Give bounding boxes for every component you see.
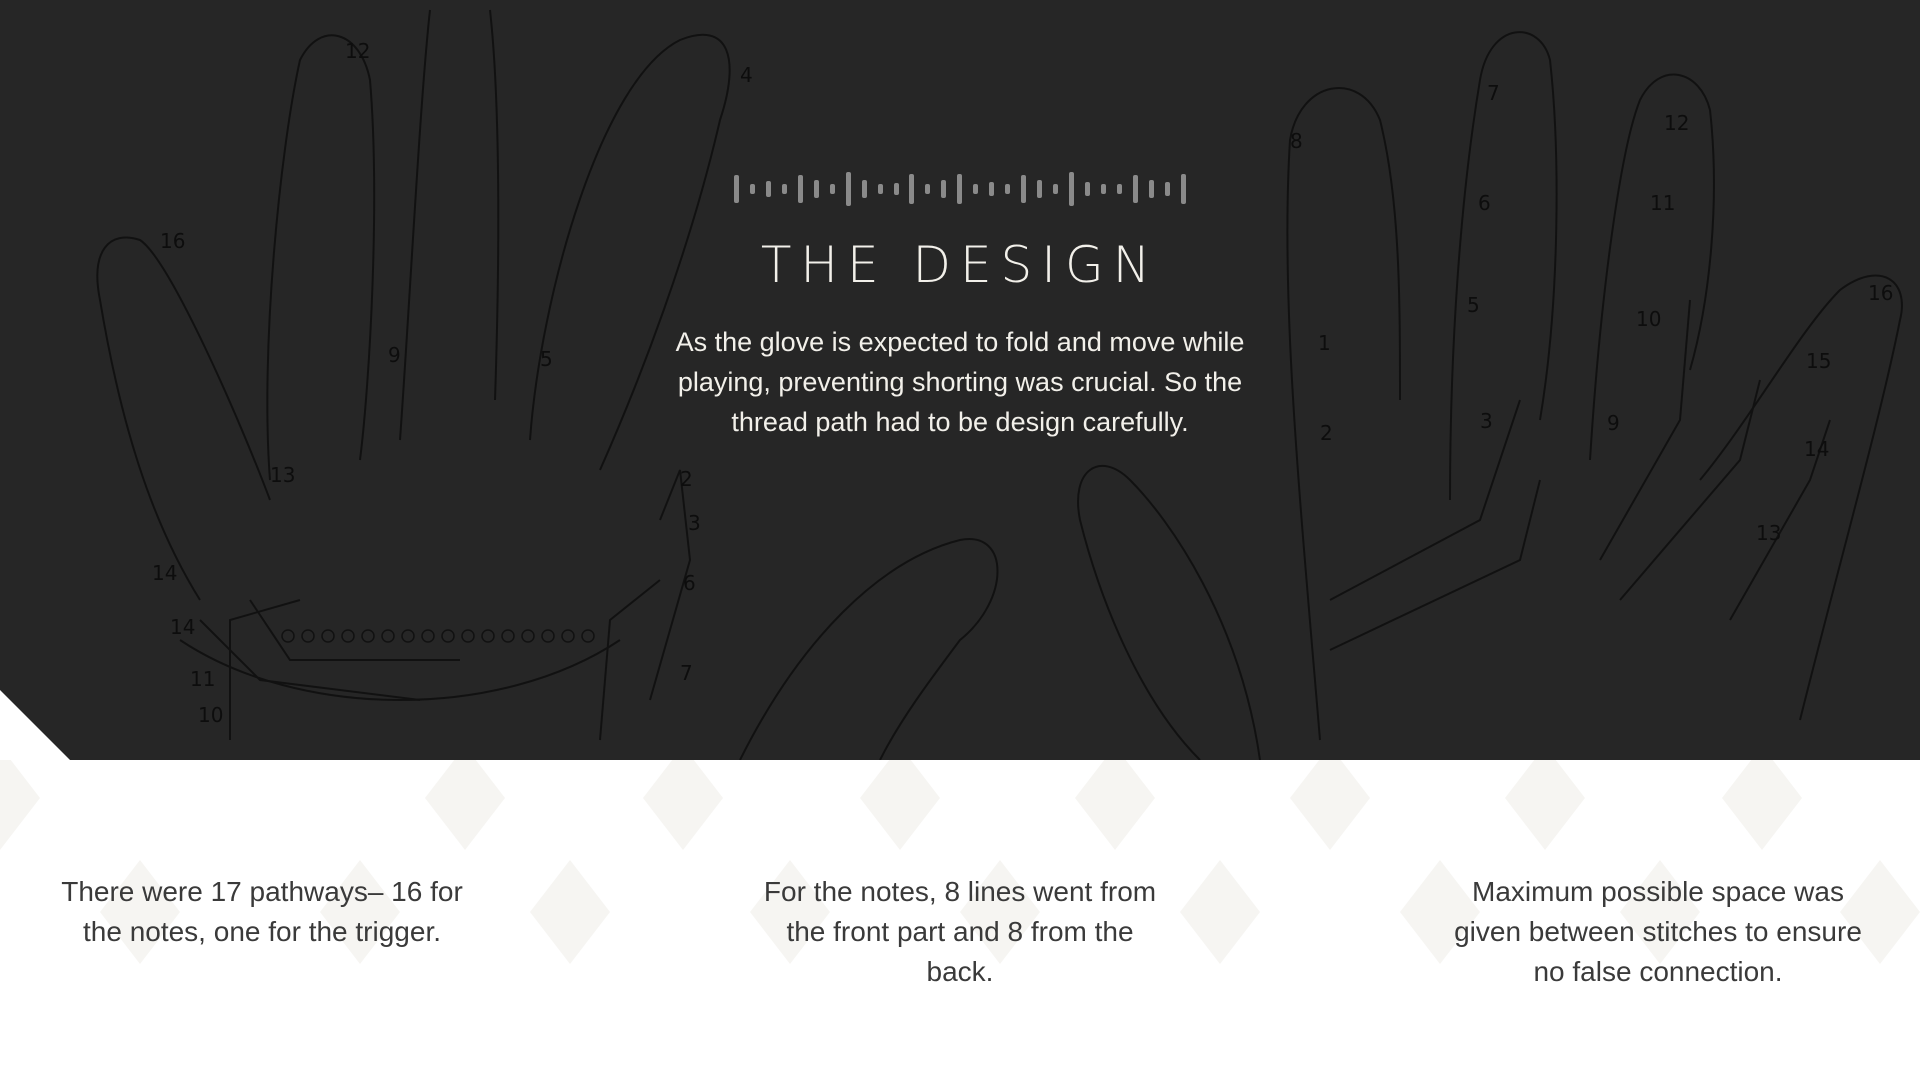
sketch-number-label: 2 (680, 467, 693, 491)
wave-bar (1053, 184, 1059, 194)
sketch-number-label: 11 (1650, 191, 1675, 215)
diamond-shape (1505, 760, 1585, 850)
diamond-shape (643, 760, 723, 850)
wave-bar (989, 182, 995, 196)
wave-bar (1069, 172, 1075, 206)
sketch-number-label: 14 (170, 615, 195, 639)
column-front-back: For the notes, 8 lines went from the fro… (763, 876, 1157, 987)
sketch-number-label: 14 (152, 561, 177, 585)
wave-bar (1148, 180, 1154, 198)
sketch-number-label: 4 (740, 63, 753, 87)
diamond-shape (425, 760, 505, 850)
sketch-number-label: 12 (1664, 111, 1689, 135)
diamond-shape (1722, 760, 1802, 850)
sketch-number-label: 12 (345, 39, 370, 63)
sketch-number-label: 8 (1290, 129, 1303, 153)
sketch-number-label: 3 (688, 511, 701, 535)
sketch-number-label: 11 (190, 667, 215, 691)
page-title: THE DESIGN (760, 236, 1160, 294)
sketch-number-label: 13 (270, 463, 295, 487)
wave-bar (909, 174, 915, 204)
wave-bar (829, 184, 835, 194)
wave-bar (973, 184, 979, 194)
sketch-number-label: 14 (1804, 437, 1829, 461)
diamond-shape (0, 760, 40, 850)
wave-bar (1084, 182, 1090, 196)
sketch-number-label: 9 (1607, 411, 1620, 435)
wave-bar (797, 175, 803, 203)
wave-bar (845, 172, 851, 206)
sketch-number-label: 6 (683, 571, 696, 595)
wave-bar (1180, 174, 1186, 204)
sketch-number-label: 5 (1467, 293, 1480, 317)
sketch-number-label: 7 (680, 661, 693, 685)
intro-paragraph: As the glove is expected to fold and mov… (675, 327, 1245, 437)
column-stitch-spacing: Maximum possible space was given between… (1454, 876, 1862, 987)
corner-cut-decoration (0, 690, 70, 760)
diamond-shape (1075, 760, 1155, 850)
wave-bar (941, 180, 947, 198)
wave-bar (765, 181, 771, 197)
sketch-number-label: 7 (1487, 81, 1500, 105)
sketch-number-label: 2 (1320, 421, 1333, 445)
wave-bar (813, 180, 819, 198)
wave-bar (1164, 182, 1170, 196)
sketch-number-label: 15 (1806, 349, 1831, 373)
sketch-number-label: 16 (160, 229, 185, 253)
audio-wave-decoration (734, 172, 1186, 206)
wave-bar (877, 184, 883, 194)
sketch-number-label: 3 (1480, 409, 1493, 433)
sketch-number-label: 10 (1636, 307, 1661, 331)
wave-bar (749, 184, 755, 194)
wave-bar (1021, 175, 1027, 203)
wave-bar (1005, 184, 1011, 194)
sketch-number-label: 5 (540, 347, 553, 371)
hero-banner: 12 4 16 13 9 5 2 3 6 7 14 14 11 10 8 7 6 5 3 2 1 12 11 10 9 16 15 1… (0, 0, 1920, 760)
wave-bar (893, 183, 899, 195)
diamond-shape (530, 860, 610, 964)
wave-bar (957, 174, 963, 204)
sketch-number-label: 1 (1318, 331, 1331, 355)
wave-bar (1100, 184, 1106, 194)
column-pathways: There were 17 pathways– 16 for the notes… (61, 876, 463, 947)
sketch-number-label: 13 (1756, 521, 1781, 545)
diamond-shape (860, 760, 940, 850)
wave-bar (925, 184, 931, 194)
diamond-shape (1180, 860, 1260, 964)
sketch-number-label: 10 (198, 703, 223, 727)
wave-bar (861, 180, 867, 198)
diamond-shape (1290, 760, 1370, 850)
sketch-number-label: 9 (388, 343, 401, 367)
wave-bar (1132, 175, 1138, 203)
wave-bar (1116, 184, 1122, 194)
sketch-number-label: 16 (1868, 281, 1893, 305)
wave-bar (1037, 180, 1043, 198)
sketch-number-label: 6 (1478, 191, 1491, 215)
wave-bar (734, 175, 739, 203)
wave-bar (781, 184, 787, 194)
